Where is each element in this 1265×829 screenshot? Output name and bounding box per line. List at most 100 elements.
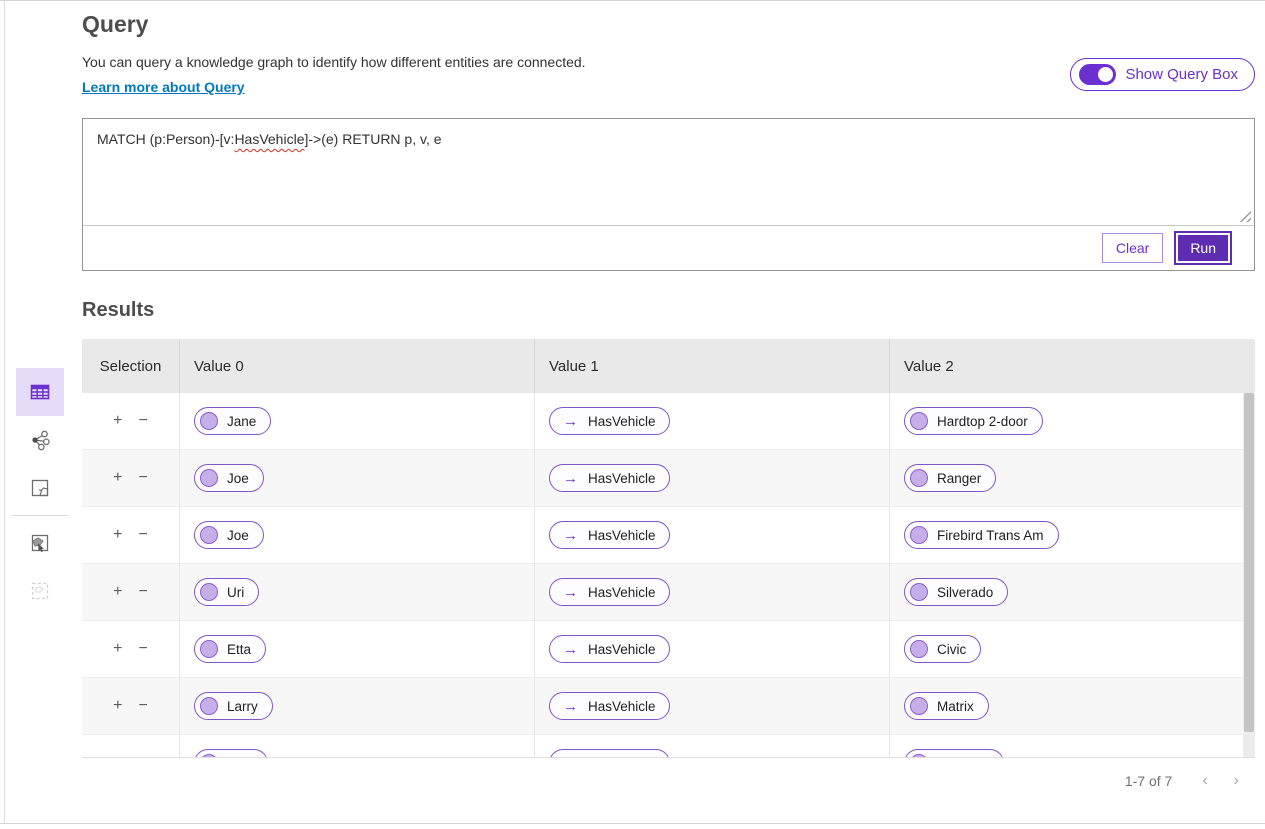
show-query-box-toggle[interactable]: Show Query Box bbox=[1070, 58, 1255, 91]
select-remove-icon[interactable]: − bbox=[139, 413, 148, 429]
entity-pill[interactable]: Moe bbox=[194, 749, 268, 757]
select-add-icon[interactable]: + bbox=[113, 755, 122, 757]
map-view-button[interactable] bbox=[16, 464, 64, 512]
select-remove-icon[interactable]: − bbox=[139, 584, 148, 600]
value0-cell: Jane bbox=[180, 393, 535, 449]
scrollbar-thumb[interactable] bbox=[1244, 393, 1254, 732]
query-text-after: ]->(e) RETURN p, v, e bbox=[304, 131, 441, 147]
value2-cell: Ranger bbox=[890, 450, 1255, 506]
entity-pill[interactable]: Silverado bbox=[904, 578, 1008, 606]
relationship-pill[interactable]: → HasVehicle bbox=[549, 578, 670, 606]
select-remove-icon[interactable]: − bbox=[139, 527, 148, 543]
select-add-icon[interactable]: + bbox=[113, 413, 122, 429]
relationship-arrow-icon: → bbox=[563, 756, 578, 758]
entity-pill[interactable]: Ranger bbox=[904, 464, 996, 492]
entity-node-icon bbox=[910, 412, 928, 430]
entity-pill[interactable]: Civic bbox=[904, 635, 981, 663]
entity-node-icon bbox=[910, 526, 928, 544]
entity-pill[interactable]: Hardtop 2-door bbox=[904, 407, 1043, 435]
toggle-switch-icon[interactable] bbox=[1079, 64, 1116, 85]
learn-more-link[interactable]: Learn more about Query bbox=[82, 79, 245, 95]
clear-button[interactable]: Clear bbox=[1102, 233, 1163, 263]
table-header: Selection Value 0 Value 1 Value 2 bbox=[82, 339, 1255, 393]
link-chart-icon bbox=[28, 428, 52, 452]
value2-cell: Civic bbox=[890, 621, 1255, 677]
table-row: + − Joe → HasVehicle Firebird Trans Am bbox=[82, 507, 1255, 564]
query-textarea[interactable]: MATCH (p:Person)-[v:HasVehicle]->(e) RET… bbox=[83, 119, 1254, 226]
value0-cell: Etta bbox=[180, 621, 535, 677]
relationship-pill[interactable]: → HasVehicle bbox=[549, 407, 670, 435]
value1-cell: → HasVehicle bbox=[535, 507, 890, 563]
relationship-pill[interactable]: → HasVehicle bbox=[549, 749, 670, 757]
select-add-icon[interactable]: + bbox=[113, 698, 122, 714]
link-chart-view-button[interactable] bbox=[16, 416, 64, 464]
select-add-icon[interactable]: + bbox=[113, 470, 122, 486]
entity-pill[interactable]: Uri bbox=[194, 578, 259, 606]
select-add-icon[interactable]: + bbox=[113, 584, 122, 600]
relationship-arrow-icon: → bbox=[563, 528, 578, 543]
pagination-range: 1-7 of 7 bbox=[1125, 773, 1172, 789]
relationship-pill[interactable]: → HasVehicle bbox=[549, 521, 670, 549]
select-add-icon[interactable]: + bbox=[113, 527, 122, 543]
table-row: + − Moe → HasVehicle Mustang bbox=[82, 735, 1255, 757]
table-row: + − Etta → HasVehicle Civic bbox=[82, 621, 1255, 678]
entity-pill[interactable]: Firebird Trans Am bbox=[904, 521, 1059, 549]
value2-cell: Matrix bbox=[890, 678, 1255, 734]
query-text-before: MATCH (p:Person)-[v: bbox=[97, 131, 234, 147]
entity-pill[interactable]: Mustang bbox=[904, 749, 1004, 757]
table-view-button[interactable] bbox=[16, 368, 64, 416]
select-remove-icon[interactable]: − bbox=[139, 470, 148, 486]
value0-cell: Joe bbox=[180, 507, 535, 563]
add-to-map-button[interactable] bbox=[16, 519, 64, 567]
column-header-value2: Value 2 bbox=[890, 339, 1255, 393]
query-page: Query You can query a knowledge graph to… bbox=[0, 0, 1265, 829]
value1-cell: → HasVehicle bbox=[535, 621, 890, 677]
select-remove-icon[interactable]: − bbox=[139, 755, 148, 757]
table-scrollbar[interactable] bbox=[1243, 393, 1255, 757]
value1-cell: → HasVehicle bbox=[535, 450, 890, 506]
select-add-icon[interactable]: + bbox=[113, 641, 122, 657]
relationship-arrow-icon: → bbox=[563, 585, 578, 600]
relationship-arrow-icon: → bbox=[563, 699, 578, 714]
query-box-footer: Clear Run bbox=[83, 226, 1254, 270]
entity-pill[interactable]: Matrix bbox=[904, 692, 989, 720]
relationship-label: HasVehicle bbox=[588, 585, 656, 600]
entity-node-icon bbox=[200, 583, 218, 601]
select-remove-icon[interactable]: − bbox=[139, 698, 148, 714]
results-title: Results bbox=[82, 299, 1255, 322]
query-box: MATCH (p:Person)-[v:HasVehicle]->(e) RET… bbox=[82, 118, 1255, 271]
relationship-label: HasVehicle bbox=[588, 414, 656, 429]
pagination-next-icon[interactable]: › bbox=[1234, 772, 1239, 790]
results-view-rail bbox=[0, 368, 80, 615]
pagination-prev-icon[interactable]: ‹ bbox=[1202, 772, 1207, 790]
relationship-pill[interactable]: → HasVehicle bbox=[549, 464, 670, 492]
entity-pill[interactable]: Joe bbox=[194, 464, 264, 492]
entity-label: Etta bbox=[227, 642, 251, 657]
entity-pill[interactable]: Etta bbox=[194, 635, 266, 663]
table-row: + − Jane → HasVehicle Hardtop 2-door bbox=[82, 393, 1255, 450]
select-remove-icon[interactable]: − bbox=[139, 641, 148, 657]
entity-node-icon bbox=[910, 469, 928, 487]
add-selection-button[interactable] bbox=[16, 567, 64, 615]
column-header-value0: Value 0 bbox=[180, 339, 535, 393]
entity-pill[interactable]: Joe bbox=[194, 521, 264, 549]
value1-cell: → HasVehicle bbox=[535, 735, 890, 757]
entity-pill[interactable]: Jane bbox=[194, 407, 271, 435]
table-icon bbox=[28, 380, 52, 404]
panel-bottom-border bbox=[0, 823, 1265, 824]
selection-cell: + − bbox=[82, 621, 180, 677]
relationship-label: HasVehicle bbox=[588, 642, 656, 657]
entity-label: Hardtop 2-door bbox=[937, 414, 1028, 429]
map-icon bbox=[28, 476, 52, 500]
relationship-pill[interactable]: → HasVehicle bbox=[549, 692, 670, 720]
table-row: + − Joe → HasVehicle Ranger bbox=[82, 450, 1255, 507]
entity-pill[interactable]: Larry bbox=[194, 692, 273, 720]
run-button[interactable]: Run bbox=[1176, 233, 1230, 263]
table-row: + − Larry → HasVehicle Matrix bbox=[82, 678, 1255, 735]
relationship-label: HasVehicle bbox=[588, 756, 656, 758]
entity-node-icon bbox=[910, 697, 928, 715]
add-to-map-icon bbox=[28, 531, 52, 555]
resize-handle[interactable] bbox=[1239, 210, 1251, 222]
relationship-pill[interactable]: → HasVehicle bbox=[549, 635, 670, 663]
entity-node-icon bbox=[200, 412, 218, 430]
